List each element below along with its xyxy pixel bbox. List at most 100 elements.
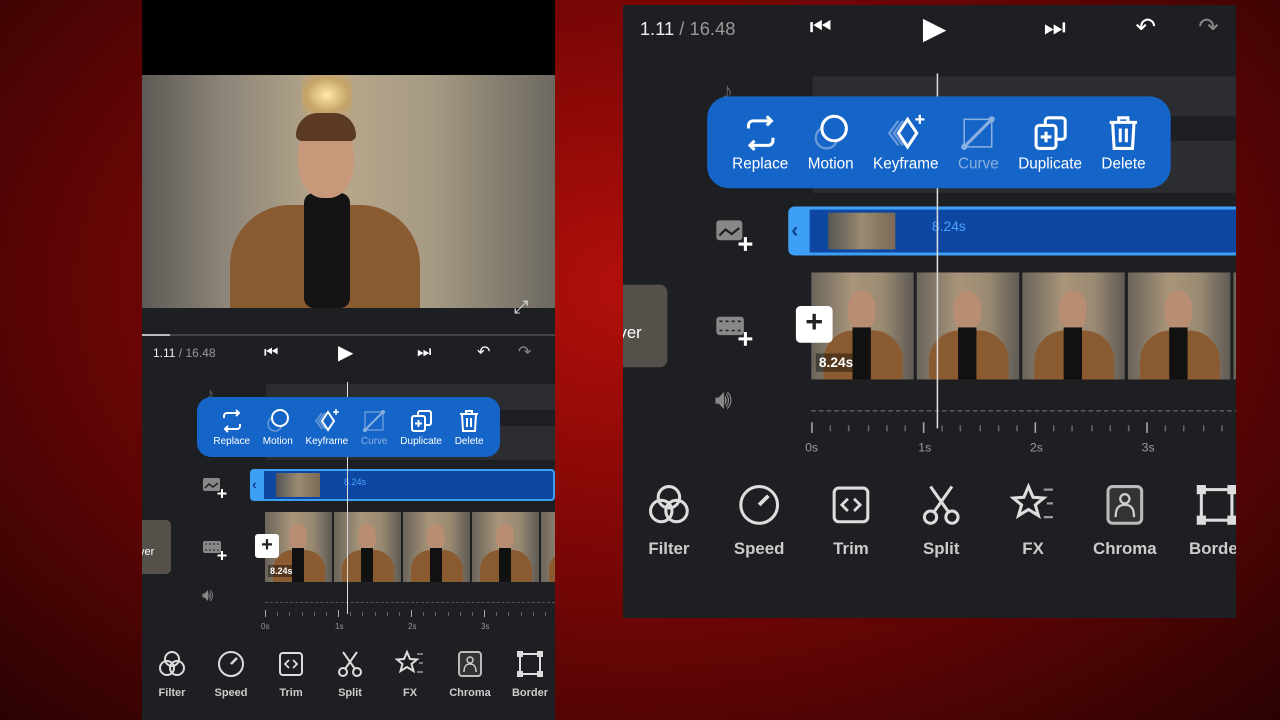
- toolbar-border[interactable]: Border: [1174, 482, 1236, 558]
- undo-icon[interactable]: ↶: [477, 342, 490, 364]
- video-clip-strip[interactable]: [811, 272, 1236, 380]
- trim-icon: [832, 486, 870, 524]
- video-clip-strip[interactable]: [265, 512, 555, 582]
- speed-icon: [739, 485, 780, 525]
- ruler-tick: [848, 425, 850, 432]
- chroma-icon: [1106, 485, 1144, 525]
- replace-icon: [746, 114, 774, 151]
- scissors-icon: [922, 485, 960, 525]
- ruler-label: 2s: [1029, 440, 1043, 455]
- ruler-tick: [496, 612, 498, 616]
- duplicate-button[interactable]: Duplicate: [1018, 112, 1082, 172]
- clip-duration: 8.24s: [815, 353, 857, 372]
- toolbar-filter[interactable]: Filter: [626, 482, 712, 558]
- ruler-tick: [867, 425, 869, 432]
- trim-icon: [279, 652, 303, 676]
- keyframe-icon: [887, 113, 925, 149]
- add-overlay-icon[interactable]: [715, 219, 755, 253]
- ruler-tick: [1053, 425, 1055, 432]
- play-icon[interactable]: ▶: [923, 12, 947, 46]
- ruler-label: 0s: [805, 440, 819, 455]
- filter-icon: [649, 485, 689, 524]
- ruler-tick: [1109, 425, 1111, 432]
- add-clip-icon[interactable]: [202, 539, 228, 561]
- ruler-tick: [1164, 425, 1167, 432]
- ruler-tick: [1127, 425, 1130, 432]
- add-transition-button[interactable]: +: [795, 306, 833, 343]
- skip-start-icon[interactable]: ⏮: [264, 342, 278, 364]
- redo-icon[interactable]: ↷: [518, 342, 531, 364]
- add-transition-button[interactable]: +: [255, 534, 279, 558]
- toolbar-speed[interactable]: Speed: [716, 482, 802, 558]
- ruler-tick: [904, 425, 906, 432]
- ruler-tick: [484, 610, 485, 617]
- ruler-tick: [411, 610, 412, 617]
- ruler-tick: [508, 612, 510, 616]
- zoomed-editor-view: 1.11 / 16.48 ⏮ ▶ ⏭ ↶ ↷ ♪ ‹ 8.24s ver + 8…: [623, 5, 1236, 618]
- ruler-label: 0s: [261, 622, 270, 631]
- motion-button[interactable]: Motion: [808, 112, 854, 172]
- duplicate-button[interactable]: Duplicate: [400, 408, 442, 447]
- trash-icon: [460, 409, 479, 432]
- toolbar-trim[interactable]: Trim: [808, 482, 894, 558]
- ruler-tick: [1202, 425, 1204, 432]
- top-bar: [142, 0, 555, 75]
- skip-start-icon[interactable]: ⏮: [810, 12, 832, 46]
- replace-button[interactable]: Replace: [732, 112, 788, 172]
- curve-button[interactable]: Curve: [361, 408, 388, 447]
- skip-end-icon[interactable]: ⏭: [417, 342, 431, 364]
- toolbar-split[interactable]: Split: [898, 482, 984, 558]
- volume-icon[interactable]: 🔊︎: [715, 384, 732, 416]
- toolbar-split[interactable]: Split: [322, 649, 378, 699]
- cover-button[interactable]: ver: [142, 520, 171, 574]
- ruler-tick: [1090, 425, 1092, 432]
- toolbar-chroma[interactable]: Chroma: [1082, 482, 1168, 558]
- toolbar-filter[interactable]: Filter: [144, 649, 200, 699]
- chevron-left-icon[interactable]: ‹: [791, 217, 798, 241]
- duplicate-icon: [411, 409, 433, 432]
- ruler-tick: [471, 612, 473, 616]
- ruler-tick: [811, 422, 813, 433]
- keyframe-button[interactable]: Keyframe: [873, 112, 939, 172]
- undo-icon[interactable]: ↶: [1136, 12, 1157, 46]
- toolbar-fx[interactable]: FX: [990, 482, 1076, 558]
- toolbar-fx[interactable]: FX: [382, 649, 438, 699]
- cover-button[interactable]: ver: [623, 284, 668, 368]
- volume-icon[interactable]: 🔊︎: [202, 585, 213, 606]
- progress-bar[interactable]: [142, 334, 555, 336]
- video-preview[interactable]: [142, 75, 555, 308]
- ruler-label: 3s: [481, 622, 490, 631]
- delete-button[interactable]: Delete: [1101, 112, 1146, 172]
- fx-star-icon: [395, 649, 423, 674]
- ruler-tick: [1034, 422, 1037, 433]
- ruler-tick: [338, 610, 339, 617]
- overlay-track[interactable]: ‹ 8.24s: [788, 206, 1236, 256]
- ruler-tick: [289, 612, 291, 616]
- chevron-left-icon[interactable]: ‹: [252, 476, 257, 492]
- ruler-label: 1s: [918, 440, 932, 455]
- redo-icon[interactable]: ↷: [1198, 12, 1219, 46]
- fullscreen-icon[interactable]: ⤢: [514, 297, 528, 318]
- overlay-thumbnail: [276, 473, 320, 497]
- toolbar-trim[interactable]: Trim: [263, 649, 319, 699]
- ruler-tick: [435, 612, 437, 616]
- skip-end-icon[interactable]: ⏭: [1044, 12, 1066, 46]
- ruler-tick: [1183, 425, 1186, 432]
- ruler-tick: [922, 422, 925, 433]
- add-overlay-icon[interactable]: [202, 477, 228, 499]
- add-clip-icon[interactable]: [715, 314, 755, 348]
- clip-action-popup: Replace Motion Keyframe Curve Duplicate …: [197, 397, 500, 457]
- toolbar-speed[interactable]: Speed: [203, 649, 259, 699]
- replace-button[interactable]: Replace: [213, 408, 250, 447]
- delete-button[interactable]: Delete: [455, 408, 484, 447]
- keyframe-button[interactable]: Keyframe: [305, 408, 348, 447]
- toolbar-border[interactable]: Border: [502, 649, 555, 699]
- curve-button[interactable]: Curve: [958, 112, 999, 172]
- ruler-tick: [386, 612, 388, 616]
- play-icon[interactable]: ▶: [338, 342, 353, 364]
- ruler-tick: [325, 612, 327, 616]
- ruler-tick: [1015, 425, 1018, 432]
- toolbar-chroma[interactable]: Chroma: [442, 649, 498, 699]
- motion-button[interactable]: Motion: [263, 408, 293, 447]
- overlay-track[interactable]: ‹ 8.24s: [250, 469, 555, 501]
